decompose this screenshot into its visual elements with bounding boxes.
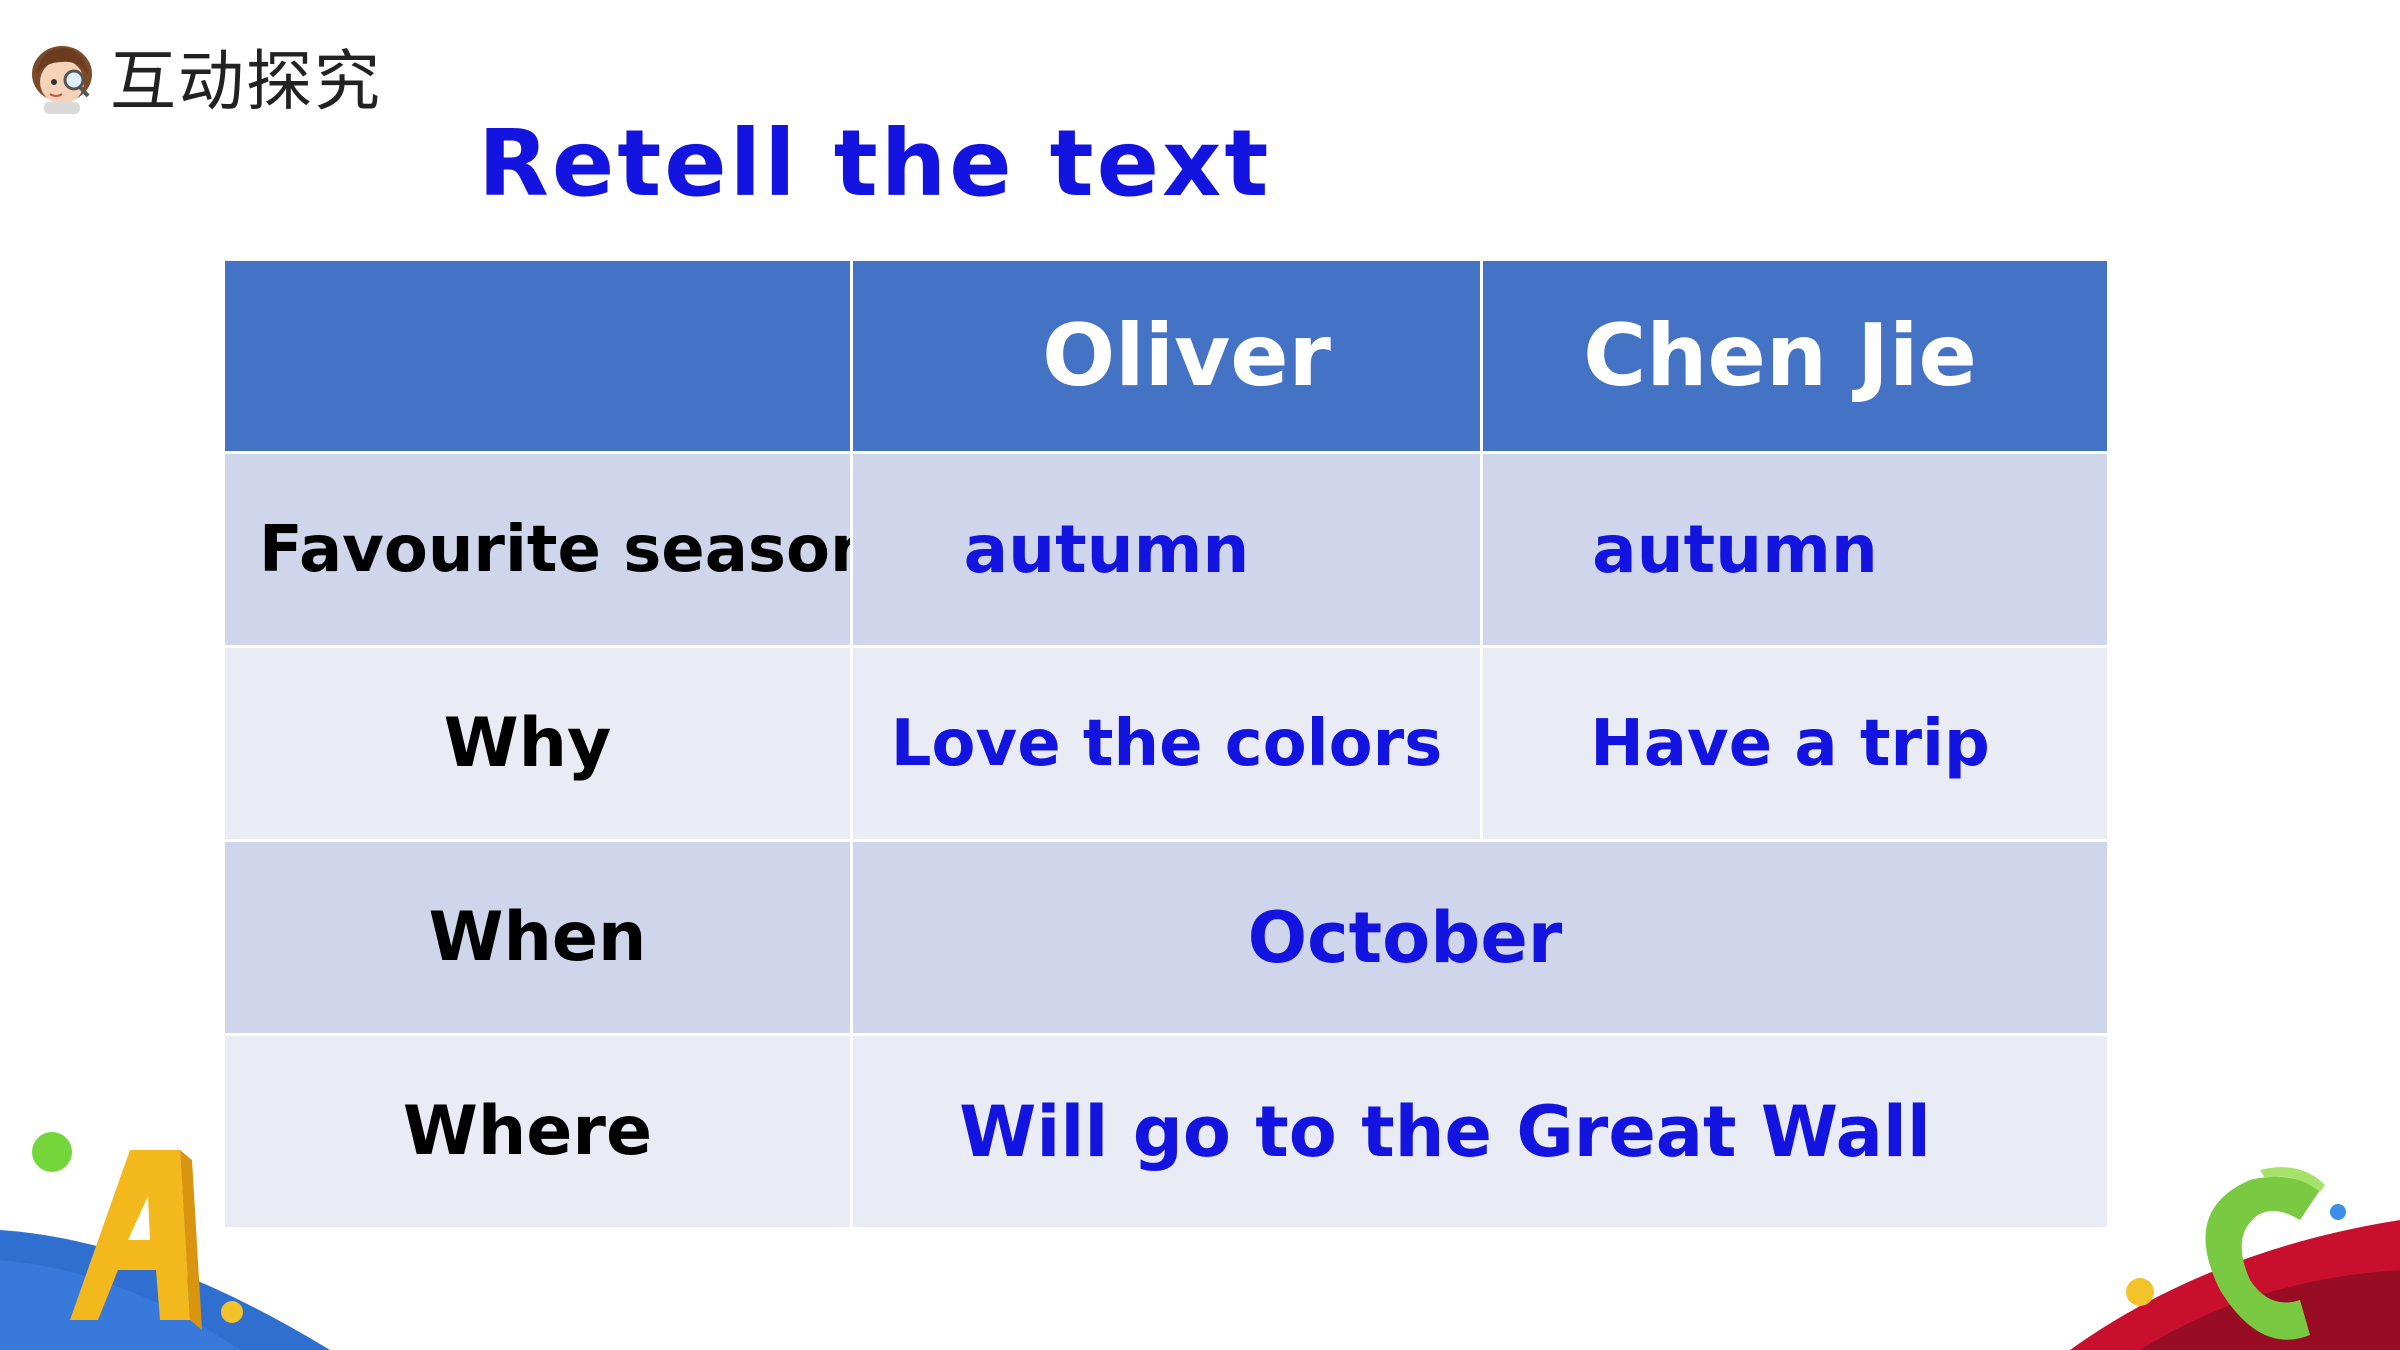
row-label: Why: [225, 648, 850, 839]
row-value-merged: Will go to the Great Wall: [853, 1036, 2107, 1227]
girl-with-magnifier-icon: [32, 46, 92, 114]
header-cell-empty: [225, 261, 850, 451]
row-value: Have a trip: [1483, 648, 2107, 839]
table-row: Why Love the colors Have a trip: [225, 648, 2107, 839]
header-cell-oliver: Oliver: [853, 261, 1480, 451]
row-value: autumn: [853, 454, 1480, 645]
table-header-row: Oliver Chen Jie: [225, 261, 2107, 451]
row-label: When: [225, 842, 850, 1033]
row-label: Favourite season: [225, 454, 850, 645]
slide-header: 互动探究: [20, 26, 382, 126]
table-row: When October: [225, 842, 2107, 1033]
row-value: Love the colors: [853, 648, 1480, 839]
row-value: autumn: [1483, 454, 2107, 645]
retell-table: Oliver Chen Jie Favourite season autumn …: [222, 258, 2110, 1230]
header-cell-chen-jie: Chen Jie: [1483, 261, 2107, 451]
table-row: Where Will go to the Great Wall: [225, 1036, 2107, 1227]
table-row: Favourite season autumn autumn: [225, 454, 2107, 645]
letter-a-decoration: [0, 1132, 330, 1350]
row-value-merged: October: [853, 842, 2107, 1033]
section-title: 互动探究: [110, 43, 382, 120]
slide-title: Retell the text: [478, 110, 1272, 217]
letter-c-decoration: [2070, 1167, 2400, 1350]
